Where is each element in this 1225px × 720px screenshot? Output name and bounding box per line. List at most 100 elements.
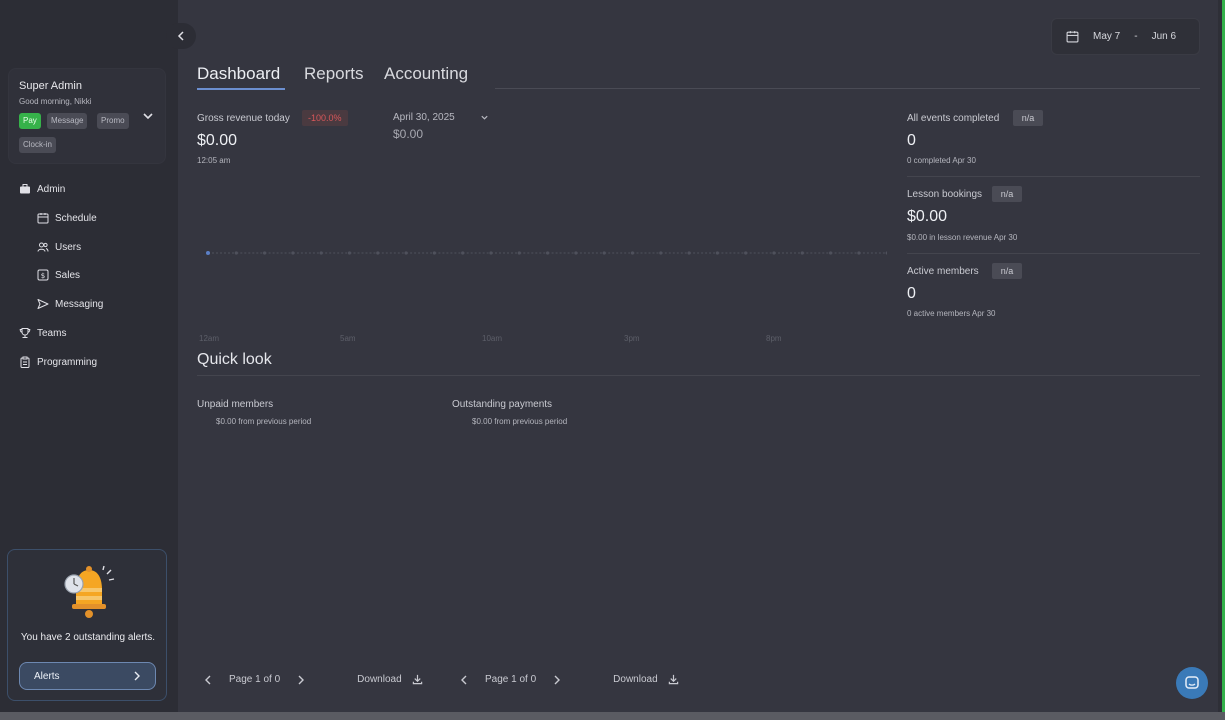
scrollbar[interactable] — [1218, 0, 1225, 712]
dollar-icon: $ — [37, 269, 49, 281]
revenue-chart: 12am 5am 10am 3pm 8pm — [199, 251, 887, 343]
date-range-end: Jun 6 — [1151, 31, 1177, 42]
events-completed-label: All events completed — [907, 113, 1000, 124]
chat-support-button[interactable] — [1176, 667, 1208, 699]
trophy-icon — [19, 327, 31, 339]
chart-point — [206, 251, 210, 255]
alerts-button[interactable]: Alerts — [19, 662, 156, 690]
active-members-value: 0 — [907, 285, 916, 302]
profile-name: Super Admin — [19, 80, 82, 92]
tab-accounting[interactable]: Accounting — [384, 64, 468, 84]
chevron-right-icon[interactable] — [553, 675, 561, 685]
sidebar-item-users[interactable]: Users — [37, 241, 81, 253]
lessons-badge: n/a — [992, 186, 1022, 202]
date-range-separator: - — [1134, 31, 1138, 42]
chevron-left-icon[interactable] — [204, 675, 212, 685]
events-completed-value: 0 — [907, 132, 916, 149]
chevron-down-icon — [480, 113, 489, 122]
chart-point — [234, 251, 238, 255]
sidebar-item-schedule[interactable]: Schedule — [37, 212, 97, 224]
download-icon — [412, 674, 423, 685]
x-tick-label: 10am — [482, 334, 502, 343]
sidebar-item-admin[interactable]: Admin — [19, 183, 65, 195]
chart-point — [291, 251, 295, 255]
stats-divider — [907, 176, 1200, 177]
chart-point — [687, 251, 691, 255]
sidebar-item-teams[interactable]: Teams — [19, 327, 66, 339]
sidebar-item-label: Admin — [37, 183, 66, 195]
chart-point — [404, 251, 408, 255]
clock-in-chip[interactable]: Clock-in — [19, 137, 56, 153]
alerts-card: You have 2 outstanding alerts. Alerts — [7, 549, 167, 701]
x-tick-label: 12am — [199, 334, 219, 343]
chart-point — [461, 251, 465, 255]
chart-point — [800, 251, 804, 255]
page-indicator: Page 1 of 0 — [485, 674, 537, 685]
sidebar-item-label: Users — [55, 241, 82, 253]
message-chip[interactable]: Message — [47, 113, 88, 129]
unpaid-members-label: Unpaid members — [197, 399, 274, 410]
alerts-message: You have 2 outstanding alerts. — [20, 632, 156, 643]
sidebar-item-label: Schedule — [55, 212, 97, 224]
active-members-label: Active members — [907, 266, 979, 277]
unpaid-pager: Page 1 of 0 Download — [204, 674, 423, 685]
promo-chip[interactable]: Promo — [97, 113, 129, 129]
sidebar-item-messaging[interactable]: Messaging — [37, 298, 103, 310]
date-range-start: May 7 — [1093, 31, 1121, 42]
chart-point — [885, 251, 887, 255]
chevron-right-icon — [133, 671, 141, 681]
chart-point — [602, 251, 606, 255]
x-tick-label: 5am — [340, 334, 356, 343]
active-tab-indicator — [197, 88, 285, 90]
compare-value: $0.00 — [393, 127, 424, 141]
chart-point — [489, 251, 493, 255]
calendar-icon — [37, 212, 49, 224]
stats-divider — [907, 253, 1200, 254]
sidebar-item-sales[interactable]: $ Sales — [37, 269, 80, 281]
quick-look-divider — [197, 375, 1200, 376]
chevron-right-icon[interactable] — [297, 675, 305, 685]
tab-dashboard[interactable]: Dashboard — [197, 64, 280, 84]
pay-chip[interactable]: Pay — [19, 113, 41, 129]
lesson-bookings-sub: $0.00 in lesson revenue Apr 30 — [907, 233, 1018, 242]
chart-point — [376, 251, 380, 255]
chart-point — [659, 251, 663, 255]
events-completed-sub: 0 completed Apr 30 — [907, 156, 976, 165]
briefcase-icon — [19, 183, 31, 195]
sidebar-collapse-button[interactable] — [166, 23, 196, 49]
unpaid-members-sub: $0.00 from previous period — [216, 417, 312, 426]
sidebar-item-label: Sales — [55, 269, 81, 281]
gross-revenue-time: 12:05 am — [197, 156, 231, 165]
sidebar-item-label: Messaging — [55, 298, 104, 310]
profile-greeting: Good morning, Nikki — [19, 97, 92, 106]
quick-look-title: Quick look — [197, 351, 272, 368]
sidebar: Super Admin Good morning, Nikki Pay Mess… — [0, 0, 178, 712]
outstanding-payments-label: Outstanding payments — [452, 399, 553, 410]
active-members-sub: 0 active members Apr 30 — [907, 309, 996, 318]
chart-point — [630, 251, 635, 255]
gross-revenue-value: $0.00 — [197, 132, 238, 149]
tab-reports[interactable]: Reports — [304, 64, 364, 84]
alerts-button-label: Alerts — [34, 670, 60, 682]
users-icon — [37, 241, 49, 253]
chat-icon — [1184, 675, 1200, 691]
download-button[interactable]: Download — [613, 674, 678, 685]
date-range-picker[interactable]: May 7 - Jun 6 — [1051, 18, 1200, 55]
chart-point — [857, 251, 861, 255]
sidebar-item-programming[interactable]: Programming — [19, 356, 97, 368]
download-button[interactable]: Download — [357, 674, 422, 685]
chart-point — [546, 251, 550, 255]
chart-point — [574, 251, 578, 255]
download-label: Download — [357, 674, 402, 685]
compare-date-select[interactable]: April 30, 2025 — [393, 110, 489, 124]
chart-point — [517, 251, 521, 255]
tabs-divider — [495, 88, 1200, 89]
send-icon — [37, 298, 49, 310]
chart-point — [715, 251, 720, 255]
chevron-left-icon[interactable] — [460, 675, 468, 685]
profile-expand-icon[interactable] — [142, 110, 154, 122]
horizontal-scrollbar[interactable] — [0, 712, 1225, 720]
svg-text:$: $ — [41, 272, 45, 280]
chevron-left-icon — [177, 31, 185, 41]
page-indicator: Page 1 of 0 — [229, 674, 281, 685]
